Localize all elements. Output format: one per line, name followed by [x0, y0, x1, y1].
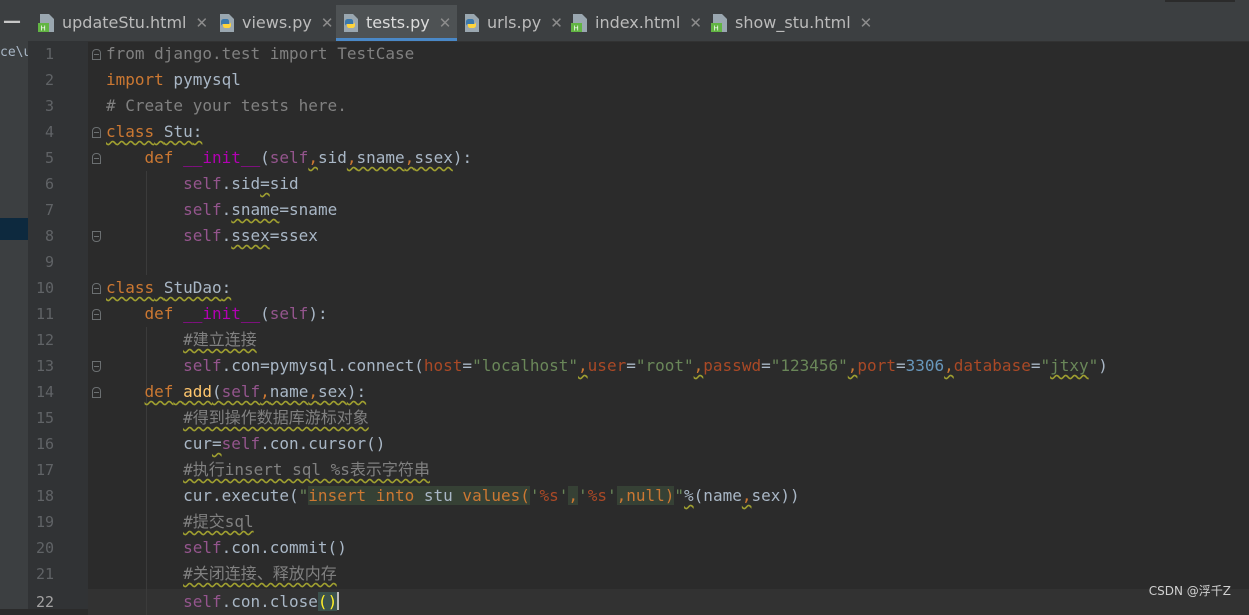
python-file-icon [344, 13, 358, 32]
code-line-13: self.con=pymysql.connect(host="localhost… [183, 356, 1108, 375]
text-caret [337, 592, 340, 610]
line-number: 4 [44, 123, 54, 141]
code-line-21: #关闭连接、释放内存 [183, 564, 337, 583]
line-number: 19 [35, 513, 54, 531]
code-line-14: def add(self,name,sex): [144, 382, 367, 401]
line-number: 3 [44, 97, 54, 115]
line-number: 12 [35, 331, 54, 349]
code-line-16: cur=self.con.cursor() [183, 434, 386, 453]
project-tool-window-strip: — ce\u [0, 0, 29, 609]
editor-tab-bar: H updateStu.html ✕ views.py ✕ tests.py ✕… [28, 0, 1249, 42]
close-icon[interactable]: ✕ [689, 14, 702, 32]
code-line-7: self.sname=sname [183, 200, 338, 219]
tab-bar-divider [1165, 0, 1235, 2]
code-line-12: #建立连接 [183, 330, 257, 349]
code-line-17: #执行insert sql %s表示字符串 [183, 460, 430, 479]
tab-label: tests.py [366, 13, 430, 32]
line-number-gutter[interactable]: 1 2 3 4 5 6 7 8 9 10 11 12 13 14 15 16 1… [28, 41, 101, 611]
code-line-3: # Create your tests here. [106, 96, 347, 115]
tab-show-stu-html[interactable]: H show_stu.html ✕ [711, 5, 872, 40]
code-line-18: cur.execute("insert into stu values('%s'… [183, 486, 800, 505]
line-number: 7 [44, 201, 54, 219]
close-icon[interactable]: ✕ [321, 14, 334, 32]
tab-urls-py[interactable]: urls.py ✕ [463, 5, 563, 40]
line-number: 15 [35, 409, 54, 427]
html-file-icon: H [711, 13, 727, 32]
tab-label: updateStu.html [62, 13, 187, 32]
line-number: 14 [35, 383, 54, 401]
line-number: 8 [44, 227, 54, 245]
collapse-icon[interactable]: — [3, 13, 21, 31]
line-number: 5 [44, 149, 54, 167]
html-file-icon: H [38, 13, 54, 32]
selected-project-item[interactable] [0, 218, 28, 240]
code-line-10: class StuDao: [106, 278, 232, 297]
tab-index-html[interactable]: H index.html ✕ [571, 5, 702, 40]
code-line-22: self.con.close() [183, 592, 340, 611]
close-icon[interactable]: ✕ [860, 14, 873, 32]
code-line-20: self.con.commit() [183, 538, 347, 557]
line-number: 11 [35, 305, 54, 323]
python-file-icon [465, 13, 479, 32]
line-number: 16 [35, 435, 54, 453]
code-line-15: #得到操作数据库游标对象 [183, 408, 369, 427]
svg-text:H: H [714, 24, 719, 32]
code-line-2: import pymysql [106, 70, 241, 89]
line-number-current: 22 [35, 593, 54, 611]
code-line-6: self.sid=sid [183, 174, 299, 193]
python-file-icon [220, 13, 234, 32]
close-icon[interactable]: ✕ [439, 14, 452, 32]
code-line-4: class Stu: [106, 122, 203, 141]
line-number: 9 [44, 253, 54, 271]
close-icon[interactable]: ✕ [195, 14, 208, 32]
svg-text:H: H [41, 24, 46, 32]
tab-views-py[interactable]: views.py ✕ [218, 5, 333, 40]
watermark: CSDN @浮千Z [1148, 584, 1231, 598]
line-number: 18 [35, 487, 54, 505]
line-number: 21 [35, 565, 54, 583]
html-file-icon: H [571, 13, 587, 32]
line-number: 6 [44, 175, 54, 193]
tab-label: views.py [242, 13, 312, 32]
tab-label: show_stu.html [735, 13, 851, 32]
line-number: 2 [44, 71, 54, 89]
tab-label: index.html [595, 13, 681, 32]
project-path-fragment: ce\u [0, 45, 29, 60]
tab-tests-py[interactable]: tests.py ✕ [336, 5, 458, 41]
code-line-19: #提交sql [183, 512, 254, 531]
line-number: 17 [35, 461, 54, 479]
line-number: 13 [35, 357, 54, 375]
line-number: 10 [35, 279, 54, 297]
line-number: 20 [35, 539, 54, 557]
close-icon[interactable]: ✕ [550, 14, 563, 32]
code-line-8: self.ssex=ssex [183, 226, 318, 245]
tab-label: urls.py [487, 13, 542, 32]
svg-text:H: H [574, 24, 579, 32]
code-line-5: def __init__(self,sid,sname,ssex): [144, 148, 473, 167]
code-editor[interactable]: from django.test import TestCase import … [88, 41, 1249, 615]
code-line-11: def __init__(self): [144, 304, 328, 323]
tab-updatestu-html[interactable]: H updateStu.html ✕ [38, 5, 208, 40]
code-line-1: from django.test import TestCase [106, 44, 415, 63]
line-number: 1 [44, 45, 54, 63]
